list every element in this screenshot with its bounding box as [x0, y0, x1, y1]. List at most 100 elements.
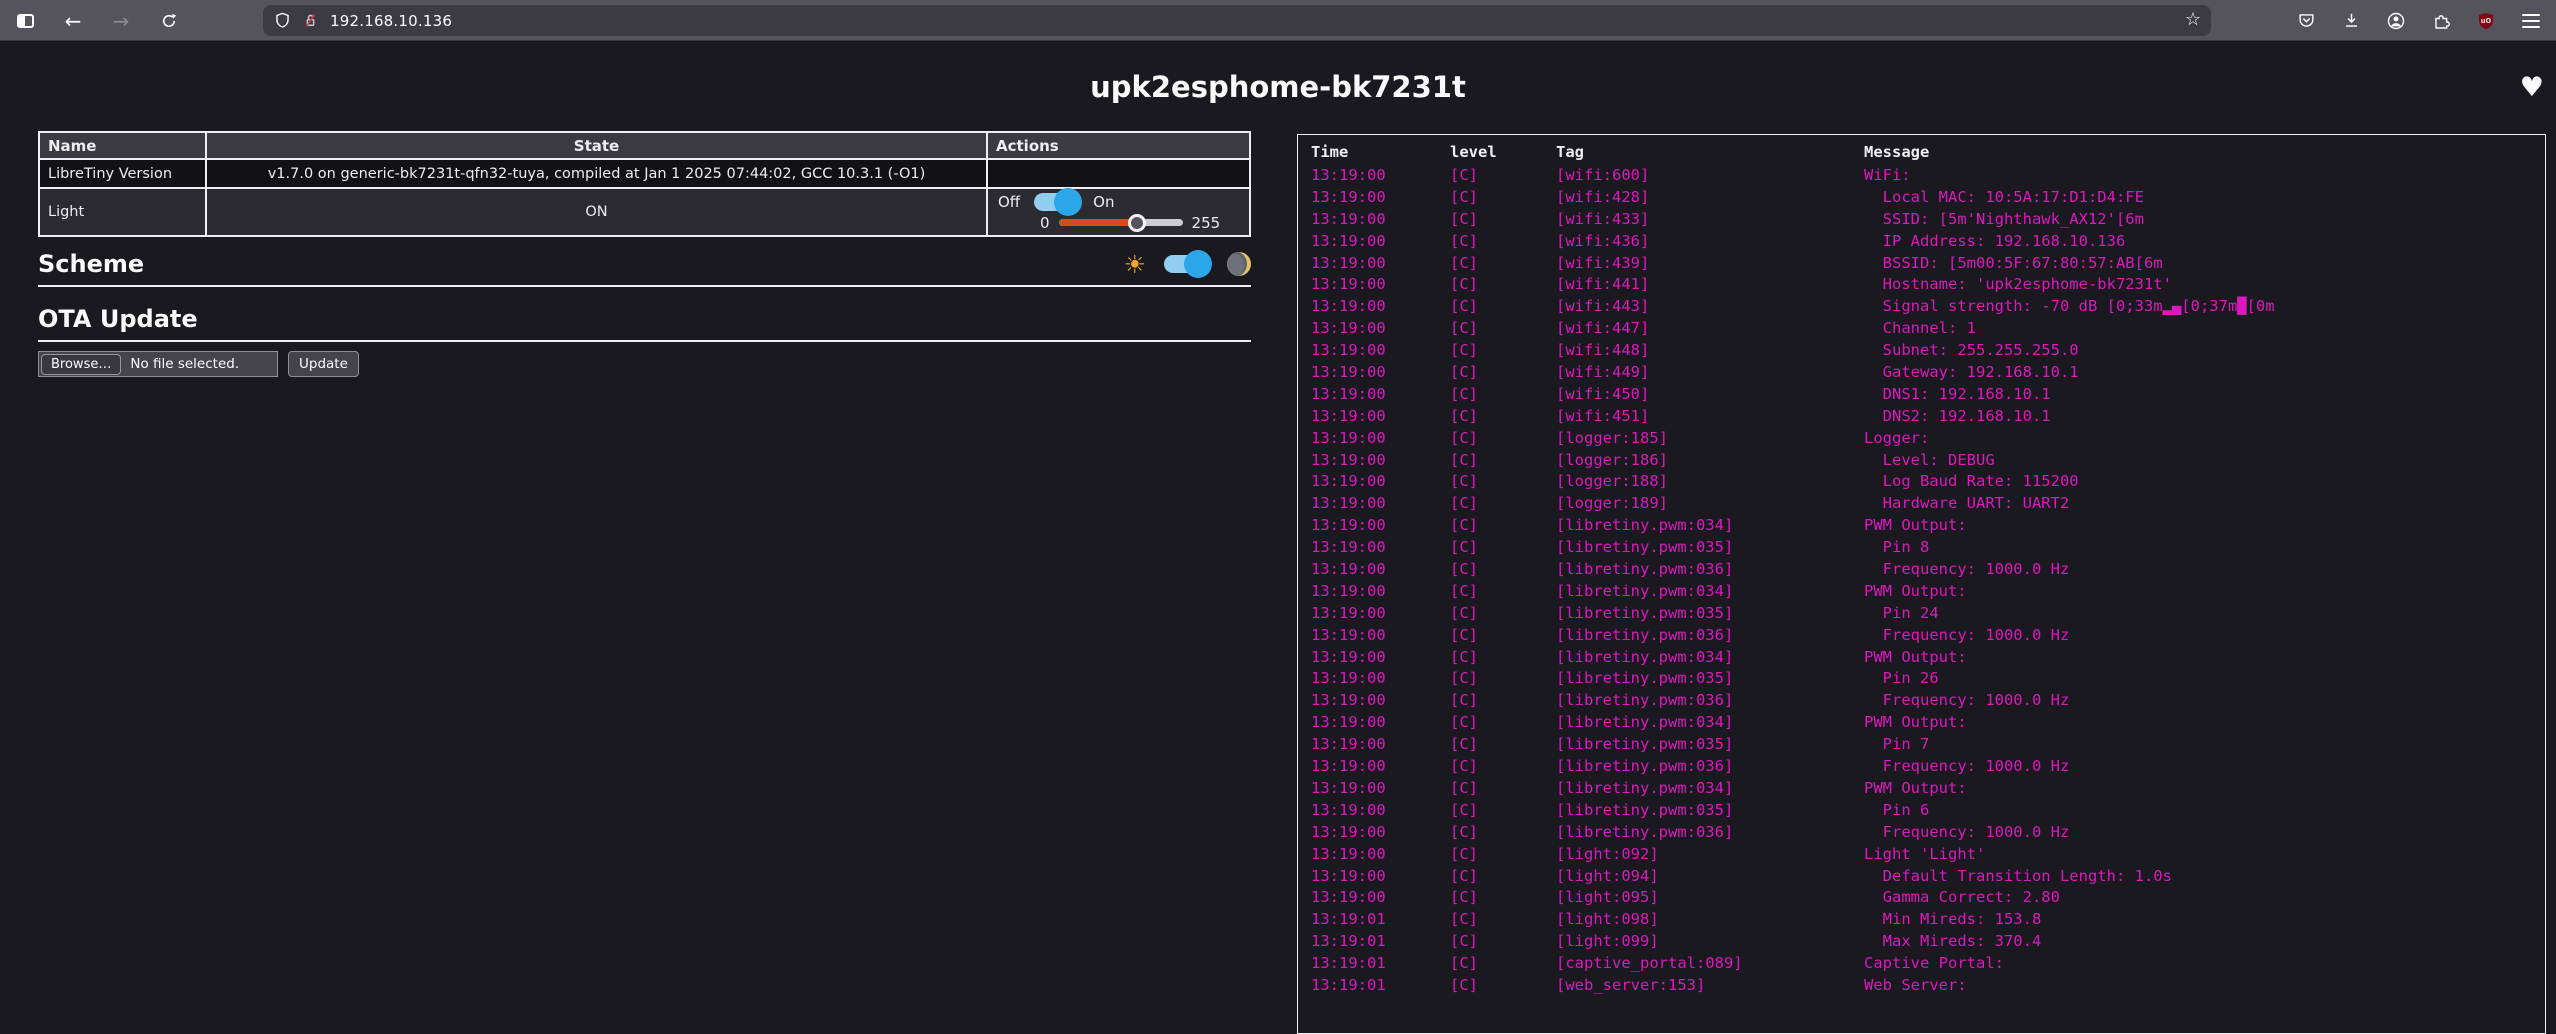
log-time: 13:19:01 — [1311, 931, 1450, 953]
back-button[interactable]: ← — [58, 6, 88, 36]
downloads-button[interactable] — [2336, 6, 2366, 36]
log-time: 13:19:01 — [1311, 953, 1450, 975]
log-tag: [libretiny.pwm:034] — [1556, 647, 1864, 669]
browse-button[interactable]: Browse… — [41, 354, 121, 375]
pocket-button[interactable] — [2291, 6, 2321, 36]
brightness-slider-thumb[interactable] — [1128, 214, 1146, 232]
log-time: 13:19:00 — [1311, 559, 1450, 581]
log-message: Gateway: 192.168.10.1 — [1864, 362, 2545, 384]
log-time: 13:19:00 — [1311, 581, 1450, 603]
entity-table-header-state: State — [206, 132, 987, 159]
log-row: 13:19:00 [C] [wifi:441] Hostname: 'upk2e… — [1298, 274, 2545, 296]
log-level: [C] — [1450, 756, 1556, 778]
log-time: 13:19:00 — [1311, 471, 1450, 493]
log-time: 13:19:00 — [1311, 756, 1450, 778]
log-tag: [light:095] — [1556, 887, 1864, 909]
log-row: 13:19:00 [C] [libretiny.pwm:036] Frequen… — [1298, 559, 2545, 581]
log-time: 13:19:00 — [1311, 209, 1450, 231]
log-time: 13:19:00 — [1311, 493, 1450, 515]
log-tag: [wifi:450] — [1556, 384, 1864, 406]
log-message: Frequency: 1000.0 Hz — [1864, 559, 2545, 581]
log-message: PWM Output: — [1864, 712, 2545, 734]
log-level: [C] — [1450, 274, 1556, 296]
log-row: 13:19:00 [C] [wifi:428] Local MAC: 10:5A… — [1298, 187, 2545, 209]
brightness-slider[interactable] — [1059, 219, 1183, 226]
log-row: 13:19:00 [C] [logger:189] Hardware UART:… — [1298, 493, 2545, 515]
log-level: [C] — [1450, 822, 1556, 844]
log-row: 13:19:00 [C] [libretiny.pwm:036] Frequen… — [1298, 625, 2545, 647]
menu-button[interactable] — [2516, 6, 2546, 36]
light-toggle[interactable] — [1034, 193, 1079, 211]
log-time: 13:19:00 — [1311, 406, 1450, 428]
sidebar-toggle-button[interactable] — [10, 6, 40, 36]
log-row: 13:19:00 [C] [wifi:451] DNS2: 192.168.10… — [1298, 406, 2545, 428]
log-row: 13:19:00 [C] [logger:188] Log Baud Rate:… — [1298, 471, 2545, 493]
log-tag: [wifi:449] — [1556, 362, 1864, 384]
log-message: Hardware UART: UART2 — [1864, 493, 2545, 515]
update-button[interactable]: Update — [288, 351, 359, 377]
log-header-level: level — [1450, 143, 1556, 163]
log-row: 13:19:00 [C] [wifi:433] SSID: [5m'Nighth… — [1298, 209, 2545, 231]
log-tag: [wifi:436] — [1556, 231, 1864, 253]
scheme-toggle[interactable] — [1164, 255, 1209, 273]
log-row: 13:19:00 [C] [wifi:436] IP Address: 192.… — [1298, 231, 2545, 253]
entity-table: Name State Actions LibreTiny Version v1.… — [38, 131, 1251, 237]
log-level: [C] — [1450, 800, 1556, 822]
log-tag: [libretiny.pwm:036] — [1556, 625, 1864, 647]
log-row: 13:19:00 [C] [wifi:447] Channel: 1 — [1298, 318, 2545, 340]
ota-divider — [38, 340, 1251, 342]
log-message: PWM Output: — [1864, 581, 2545, 603]
log-message: Min Mireds: 153.8 — [1864, 909, 2545, 931]
browser-toolbar: ← → 192.168.10.136 ☆ — [0, 0, 2556, 41]
firmware-file-input[interactable]: Browse… No file selected. — [38, 351, 278, 377]
log-time: 13:19:00 — [1311, 340, 1450, 362]
log-time: 13:19:00 — [1311, 296, 1450, 318]
log-panel[interactable]: Time level Tag Message 13:19:00 [C] [wif… — [1297, 134, 2546, 1034]
log-time: 13:19:00 — [1311, 778, 1450, 800]
log-time: 13:19:00 — [1311, 253, 1450, 275]
scheme-toggle-knob — [1184, 250, 1212, 278]
log-tag: [libretiny.pwm:034] — [1556, 515, 1864, 537]
log-level: [C] — [1450, 340, 1556, 362]
log-tag: [wifi:447] — [1556, 318, 1864, 340]
log-row: 13:19:00 [C] [libretiny.pwm:034] PWM Out… — [1298, 581, 2545, 603]
ota-heading: OTA Update — [38, 305, 1251, 333]
log-level: [C] — [1450, 844, 1556, 866]
log-header: Time level Tag Message — [1298, 135, 2545, 165]
log-level: [C] — [1450, 471, 1556, 493]
url-bar[interactable]: 192.168.10.136 ☆ — [263, 5, 2211, 36]
account-button[interactable] — [2381, 6, 2411, 36]
log-time: 13:19:00 — [1311, 450, 1450, 472]
screen: { "browser": { "url": "192.168.10.136", … — [0, 0, 2556, 986]
log-level: [C] — [1450, 625, 1556, 647]
puzzle-icon — [2432, 11, 2451, 30]
tracking-shield-icon[interactable] — [273, 11, 292, 30]
download-icon — [2342, 11, 2361, 30]
log-row: 13:19:00 [C] [libretiny.pwm:034] PWM Out… — [1298, 712, 2545, 734]
insecure-lock-icon[interactable] — [301, 11, 320, 30]
log-time: 13:19:00 — [1311, 734, 1450, 756]
log-header-message: Message — [1864, 143, 2545, 163]
log-time: 13:19:00 — [1311, 187, 1450, 209]
log-time: 13:19:00 — [1311, 515, 1450, 537]
log-level: [C] — [1450, 187, 1556, 209]
brightness-min-label: 0 — [1040, 214, 1050, 232]
log-tag: [logger:188] — [1556, 471, 1864, 493]
log-message: Pin 7 — [1864, 734, 2545, 756]
log-message: Subnet: 255.255.255.0 — [1864, 340, 2545, 362]
log-row: 13:19:00 [C] [libretiny.pwm:036] Frequen… — [1298, 690, 2545, 712]
log-message: Frequency: 1000.0 Hz — [1864, 625, 2545, 647]
bookmark-star-icon[interactable]: ☆ — [2185, 9, 2201, 30]
url-text[interactable]: 192.168.10.136 — [330, 12, 452, 30]
heart-icon: ♥ — [2520, 72, 2544, 103]
log-level: [C] — [1450, 209, 1556, 231]
log-row: 13:19:01 [C] [light:099] Max Mireds: 370… — [1298, 931, 2545, 953]
ublock-button[interactable]: uO — [2471, 6, 2501, 36]
log-time: 13:19:00 — [1311, 668, 1450, 690]
light-state: ON — [206, 188, 987, 236]
extensions-button[interactable] — [2426, 6, 2456, 36]
log-time: 13:19:00 — [1311, 165, 1450, 187]
log-row: 13:19:00 [C] [light:094] Default Transit… — [1298, 866, 2545, 888]
log-row: 13:19:01 [C] [light:098] Min Mireds: 153… — [1298, 909, 2545, 931]
reload-button[interactable] — [154, 6, 184, 36]
